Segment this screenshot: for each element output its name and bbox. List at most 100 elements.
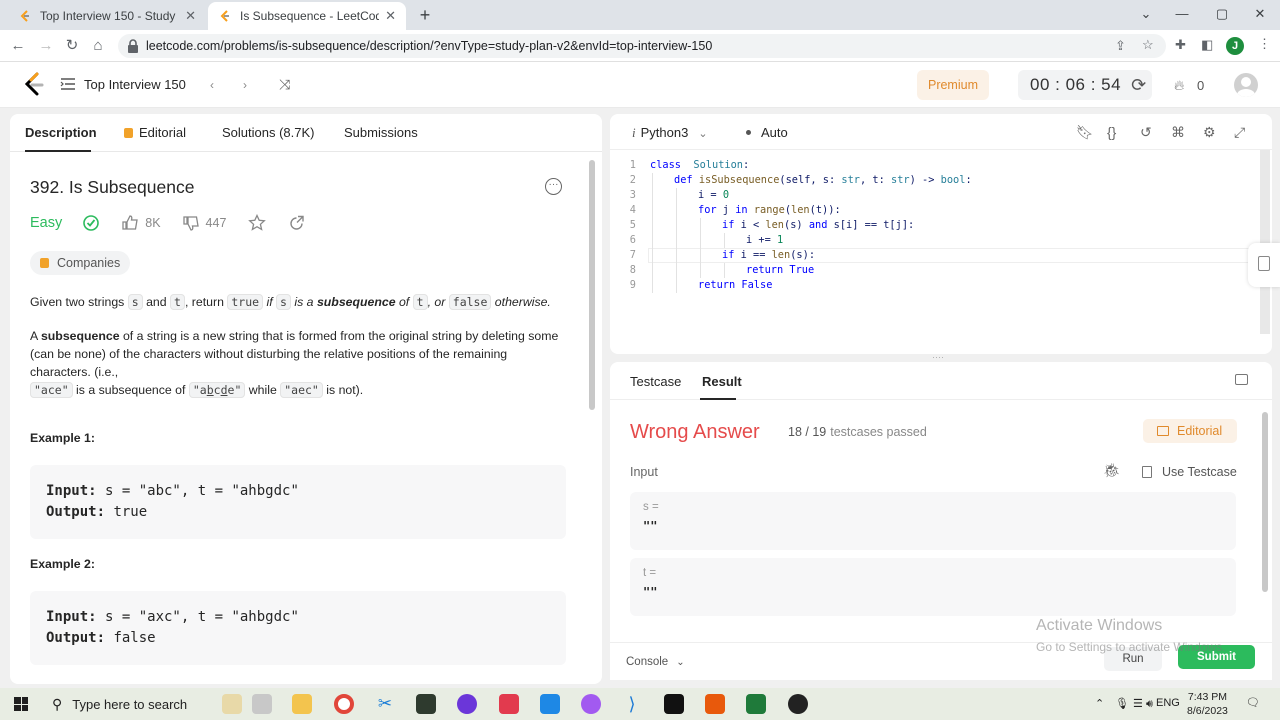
- problem-list-icon[interactable]: [60, 77, 76, 91]
- address-bar[interactable]: leetcode.com/problems/is-subsequence/des…: [118, 34, 1166, 58]
- close-tab-icon[interactable]: ✕: [185, 8, 196, 24]
- panel-splitter-handle[interactable]: ····: [932, 353, 946, 362]
- leetcode-logo[interactable]: [22, 72, 46, 98]
- app-purple-icon[interactable]: [457, 694, 477, 714]
- microphone-icon[interactable]: 🎙︎: [1115, 697, 1129, 710]
- tab-submissions[interactable]: Submissions: [344, 125, 418, 140]
- description-scrollbar[interactable]: [588, 150, 596, 680]
- maximize-button[interactable]: ▢: [1202, 0, 1242, 28]
- code-line[interactable]: 5 if i < len(s) and s[i] == t[j]:: [610, 218, 1260, 233]
- taskbar-search[interactable]: ⚲ Type here to search: [44, 688, 280, 720]
- dislike-button[interactable]: 447: [182, 215, 227, 231]
- browser-tab-study-plan[interactable]: Top Interview 150 - Study Plan - ✕: [8, 2, 206, 30]
- auto-mode[interactable]: Auto: [746, 125, 788, 140]
- reset-code-icon[interactable]: ↺: [1140, 124, 1152, 141]
- code-line[interactable]: 8 return True: [610, 263, 1260, 278]
- shuffle-icon[interactable]: ⤨: [279, 76, 290, 93]
- dislike-count: 447: [205, 216, 227, 230]
- code-area[interactable]: 1 class Solution: 2 def isSubsequence(self,…: [610, 158, 1260, 293]
- vscode-icon[interactable]: ⟩: [622, 694, 642, 714]
- braces-icon[interactable]: {}: [1107, 124, 1116, 140]
- tab-testcase[interactable]: Testcase: [630, 374, 681, 389]
- app-orange-icon[interactable]: [705, 694, 725, 714]
- app-red-icon[interactable]: [499, 694, 519, 714]
- streak-fire-icon[interactable]: 🔥︎: [1174, 77, 1184, 94]
- side-panel-icon[interactable]: ◧: [1201, 37, 1213, 53]
- windows-start-icon[interactable]: [14, 697, 28, 711]
- study-plan-title[interactable]: Top Interview 150: [84, 77, 186, 92]
- notifications-icon[interactable]: 🗨︎: [1246, 696, 1260, 709]
- tab-search-icon[interactable]: ⌄: [1126, 0, 1166, 28]
- share-icon[interactable]: [288, 215, 305, 232]
- browser-tab-is-subsequence[interactable]: Is Subsequence - LeetCode ✕: [208, 2, 406, 30]
- language-select[interactable]: i Python3 ⌄: [632, 125, 708, 141]
- messenger-icon[interactable]: [581, 694, 601, 714]
- profile-avatar[interactable]: J: [1226, 37, 1244, 55]
- timer[interactable]: 00 : 06 : 54 ⟳: [1018, 70, 1152, 100]
- app-blue-icon[interactable]: [540, 694, 560, 714]
- bookmark-icon[interactable]: 🔖︎: [1076, 124, 1094, 141]
- code-line[interactable]: 6 i += 1: [610, 233, 1260, 248]
- code-line[interactable]: 7 if i == len(s):: [610, 248, 1260, 263]
- tab-editorial[interactable]: Editorial: [124, 125, 186, 140]
- problem-title[interactable]: 392. Is Subsequence: [30, 177, 194, 198]
- more-options-icon[interactable]: ···: [545, 178, 562, 195]
- chrome-icon[interactable]: [334, 694, 354, 714]
- minimize-button[interactable]: —: [1162, 0, 1202, 28]
- close-tab-icon[interactable]: ✕: [385, 8, 396, 24]
- scrollbar-thumb[interactable]: [589, 160, 595, 410]
- wifi-icon[interactable]: ☰: [1133, 697, 1143, 710]
- use-testcase-button[interactable]: Use Testcase: [1142, 465, 1237, 479]
- volume-icon[interactable]: 🔊︎: [1146, 698, 1153, 711]
- fullscreen-icon[interactable]: ⤢: [1234, 124, 1245, 141]
- file-explorer-icon[interactable]: [292, 694, 312, 714]
- snipping-tool-icon[interactable]: ✂: [375, 694, 395, 714]
- tab-result[interactable]: Result: [702, 374, 742, 389]
- editorial-button[interactable]: Editorial: [1143, 419, 1237, 443]
- like-button[interactable]: 8K: [122, 215, 161, 231]
- tab-description[interactable]: Description: [25, 125, 97, 140]
- command-icon[interactable]: ⌘: [1171, 124, 1185, 141]
- reload-button[interactable]: ↻: [62, 36, 82, 56]
- bookmark-star-icon[interactable]: ☆: [1142, 37, 1154, 53]
- settings-gear-icon[interactable]: ⚙: [1203, 124, 1216, 141]
- taskbar-clock[interactable]: 7:43 PM 8/6/2023: [1187, 690, 1228, 718]
- code-line[interactable]: 4 for j in range(len(t)):: [610, 203, 1260, 218]
- tray-chevron-icon[interactable]: ⌃: [1095, 697, 1104, 710]
- home-icon[interactable]: ⌂: [88, 36, 108, 56]
- chemistry-app-icon[interactable]: [222, 694, 242, 714]
- companies-tag[interactable]: Companies: [30, 251, 131, 275]
- code-line[interactable]: 2 def isSubsequence(self, s: str, t: str)…: [610, 173, 1260, 188]
- excel-icon[interactable]: [746, 694, 766, 714]
- share-icon[interactable]: ⇪: [1115, 38, 1126, 54]
- next-problem-button[interactable]: ›: [234, 74, 256, 96]
- favorite-star-icon[interactable]: [248, 214, 267, 232]
- debug-icon[interactable]: 🐞︎: [1103, 462, 1121, 479]
- reset-timer-icon[interactable]: ⟳: [1131, 75, 1147, 96]
- browser-menu-icon[interactable]: ⋮: [1258, 36, 1271, 52]
- extensions-icon[interactable]: ✚: [1175, 37, 1186, 53]
- indent-guide: [676, 263, 677, 278]
- tab-solutions[interactable]: Solutions (8.7K): [222, 125, 315, 140]
- app-icon[interactable]: [416, 694, 436, 714]
- pycharm-icon[interactable]: [664, 694, 684, 714]
- scrollbar-thumb[interactable]: [1262, 412, 1268, 592]
- code-line[interactable]: 9 return False: [610, 278, 1260, 293]
- prev-problem-button[interactable]: ‹: [201, 74, 223, 96]
- microscope-app-icon[interactable]: [252, 694, 272, 714]
- close-window-button[interactable]: ✕: [1240, 0, 1280, 28]
- layout-toggle-icon[interactable]: [1235, 374, 1248, 385]
- code-line[interactable]: 1 class Solution:: [610, 158, 1260, 173]
- result-scrollbar[interactable]: [1260, 408, 1270, 628]
- notes-side-tab[interactable]: [1248, 243, 1280, 287]
- back-button[interactable]: ←: [8, 36, 28, 56]
- obs-icon[interactable]: [788, 694, 808, 714]
- new-tab-button[interactable]: +: [414, 4, 436, 26]
- code-line[interactable]: 3 i = 0: [610, 188, 1260, 203]
- premium-button[interactable]: Premium: [917, 70, 989, 100]
- user-avatar[interactable]: [1234, 73, 1258, 97]
- editor-scrollbar[interactable]: [1260, 150, 1270, 334]
- input-language[interactable]: ENG: [1156, 697, 1180, 709]
- forward-button[interactable]: →: [36, 36, 56, 56]
- console-toggle[interactable]: Console ⌄: [626, 656, 685, 668]
